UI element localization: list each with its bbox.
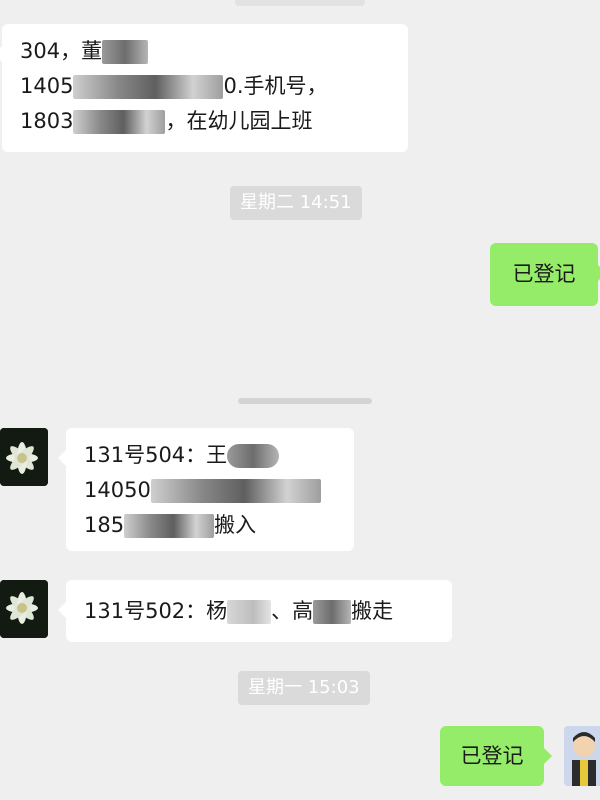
- timestamp: 星期一 15:03: [238, 671, 370, 705]
- contact-avatar[interactable]: [0, 428, 48, 486]
- cartoon-person-icon: [564, 726, 600, 786]
- redacted-text: [227, 600, 272, 624]
- cactus-flower-icon: [0, 428, 48, 486]
- self-avatar[interactable]: [564, 726, 600, 786]
- redacted-text: [102, 40, 149, 64]
- message-line: 304，董: [20, 34, 390, 69]
- outgoing-message-bubble[interactable]: 已登记: [490, 243, 600, 306]
- redacted-text: [73, 110, 166, 134]
- message-line: 1803 ，在幼儿园上班: [20, 109, 313, 134]
- incoming-message-bubble[interactable]: 131号504：王 14050 185 搬入: [58, 428, 354, 551]
- scroll-top-indicator: [235, 0, 365, 6]
- cactus-flower-icon: [0, 580, 48, 638]
- message-line: 14050: [84, 473, 336, 508]
- outgoing-message-bubble[interactable]: 已登记: [440, 726, 552, 786]
- incoming-message-bubble[interactable]: 131号502：杨 、高 搬走: [58, 580, 452, 642]
- message-line: 131号504：王: [84, 438, 336, 473]
- incoming-message-bubble[interactable]: 304，董 1405 0.手机号， 1803 ，在幼儿园上班: [0, 24, 408, 152]
- redacted-text: [150, 479, 321, 503]
- redacted-text: [227, 444, 280, 468]
- redacted-text: [73, 75, 224, 99]
- contact-avatar[interactable]: [0, 580, 48, 638]
- message-line: 1405 0.手机号，: [20, 74, 328, 99]
- scroll-divider: [238, 398, 372, 404]
- message-line: 131号502：杨 、高 搬走: [84, 599, 394, 624]
- timestamp: 星期二 14:51: [230, 186, 362, 220]
- redacted-text: [313, 600, 352, 624]
- redacted-text: [124, 514, 215, 538]
- message-line: 185 搬入: [84, 513, 257, 538]
